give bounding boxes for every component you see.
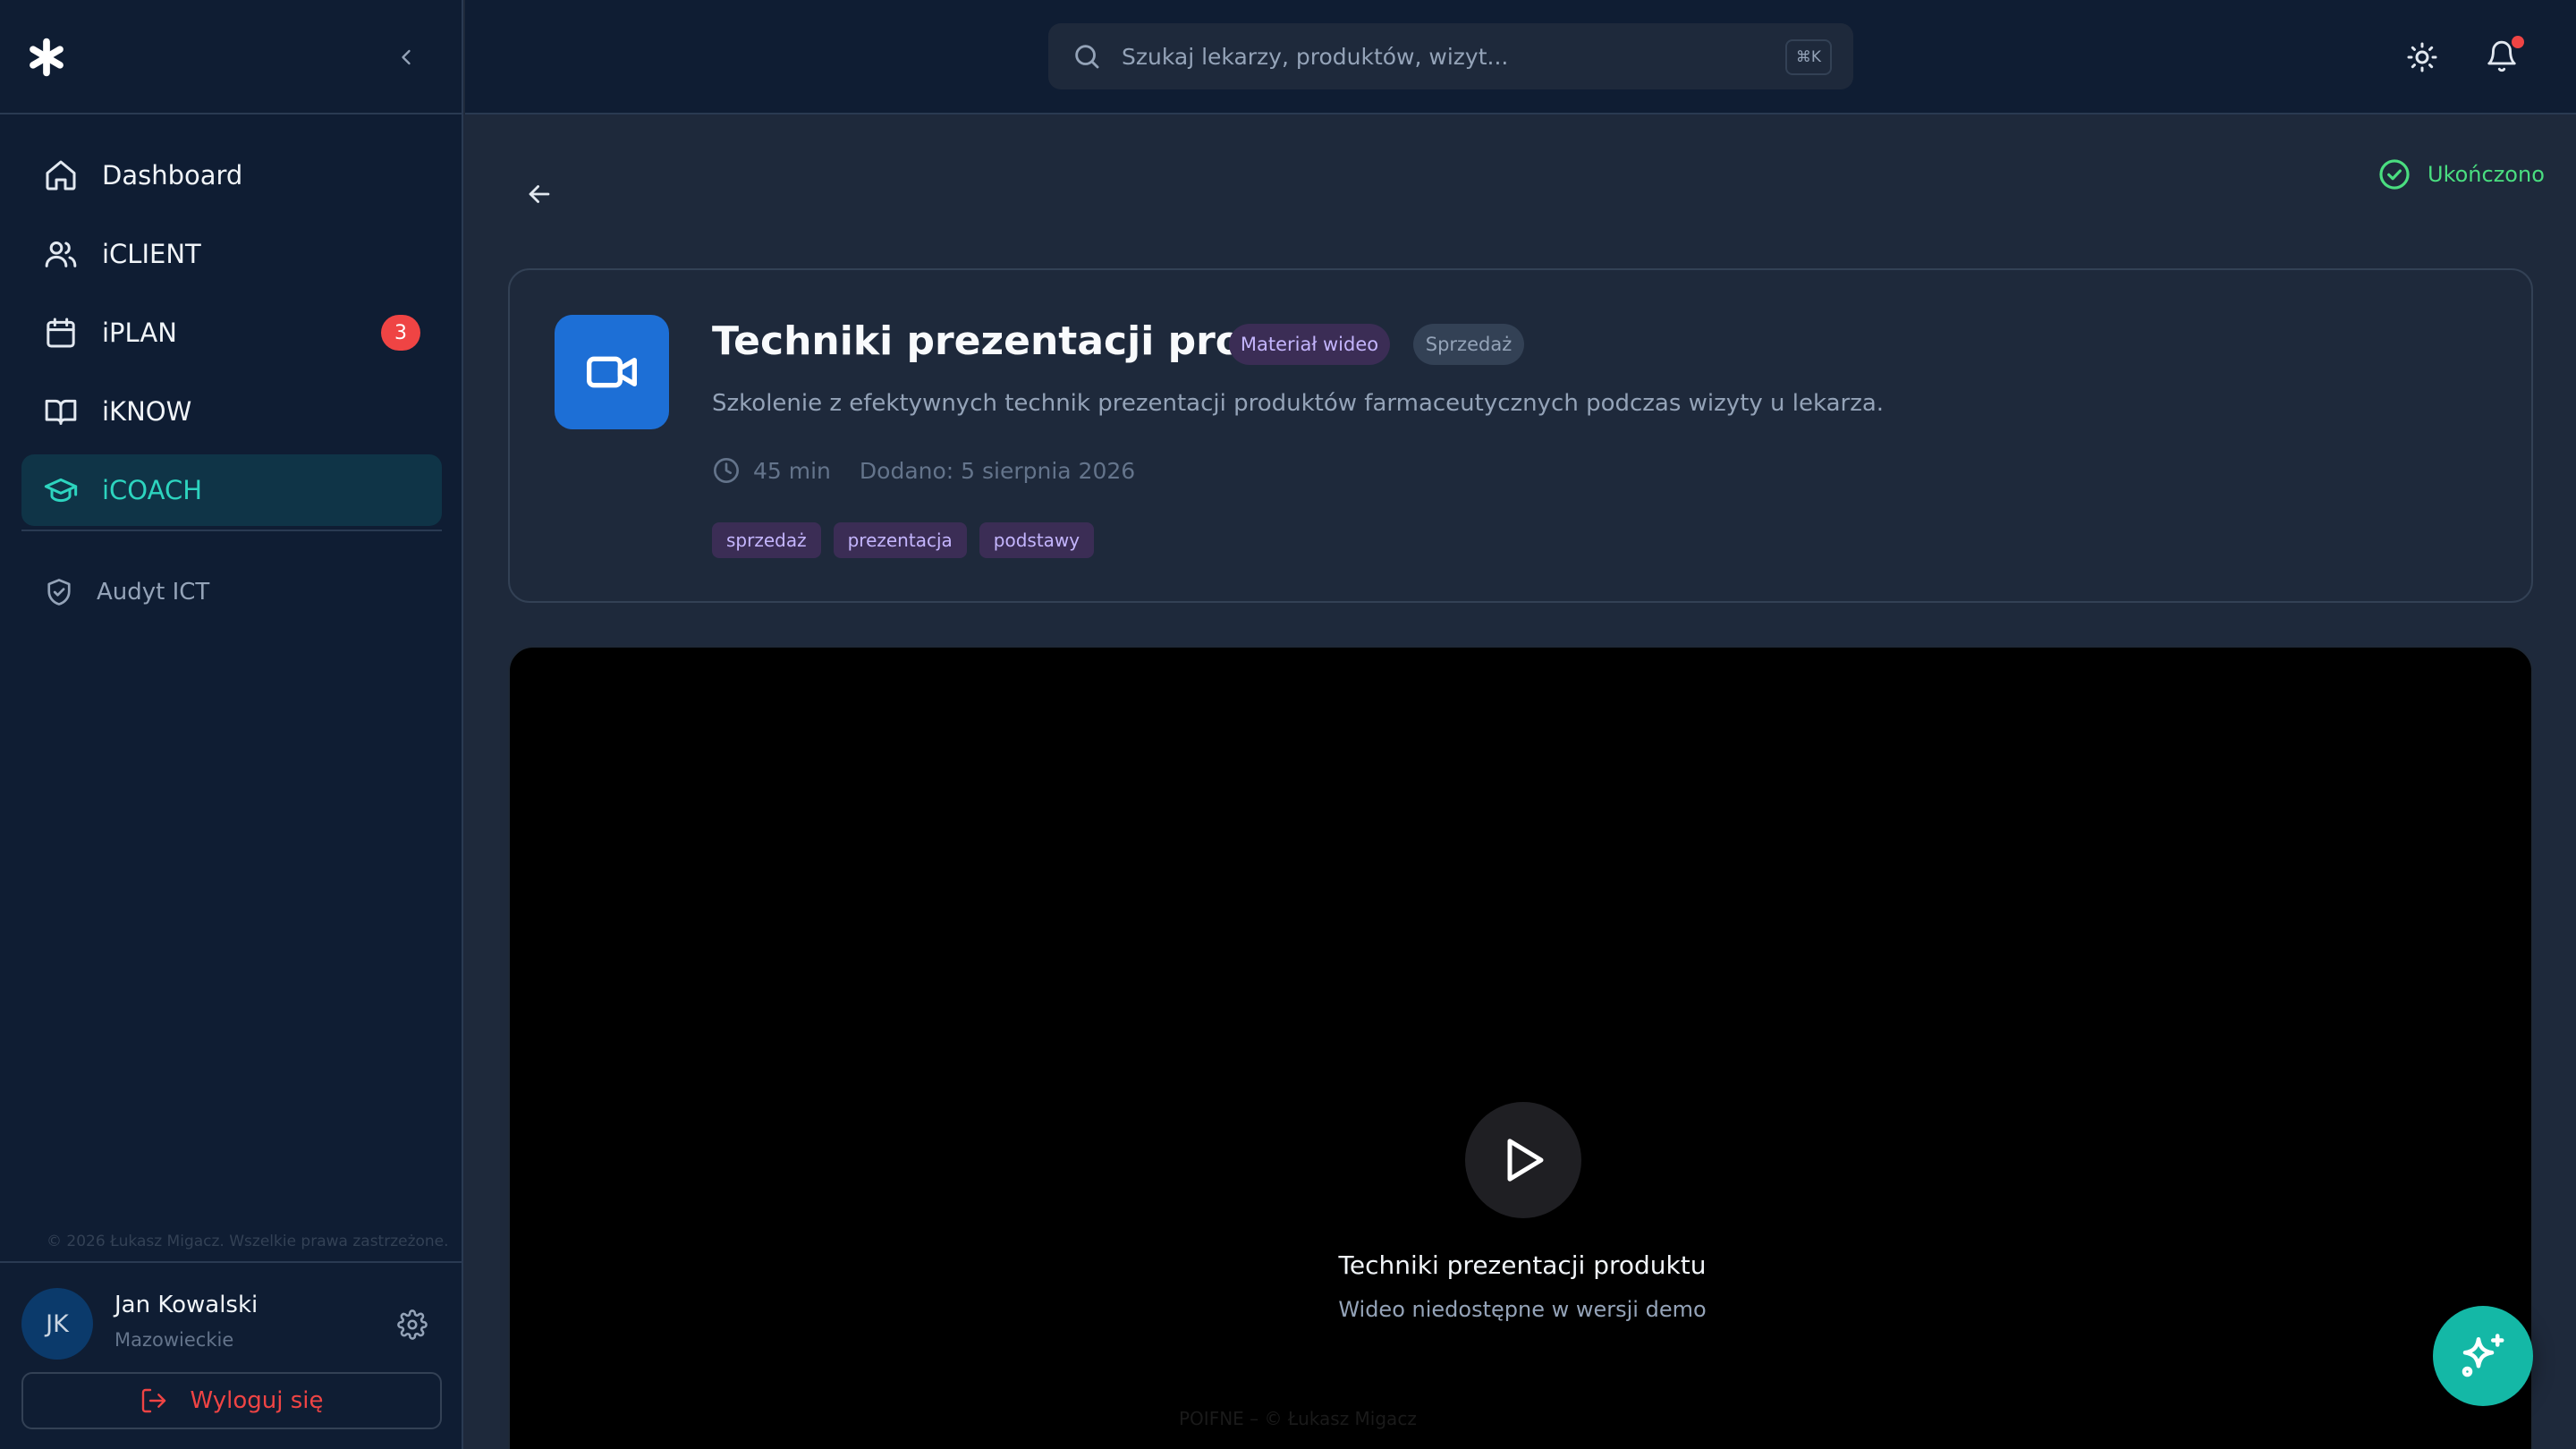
material-meta: 45 min Dodano: 5 sierpnia 2026 [712,456,1135,485]
notification-badge: 3 [381,315,420,351]
ai-assistant-button[interactable] [2433,1306,2533,1406]
sidebar: Dashboard iCLIENT iPLAN 3 iKNOW iCOACH A… [0,0,463,1449]
tag-list: sprzedaż prezentacja podstawy [712,522,1106,558]
sidebar-item-label: iPLAN [102,318,177,348]
tag[interactable]: prezentacja [833,522,967,558]
sidebar-header [0,0,462,114]
users-icon [45,242,77,267]
video-unavailable-note: Wideo niedostępne w wersji demo [1338,1297,1707,1322]
search-icon [1075,45,1099,69]
asterisk-logo-icon[interactable] [27,38,66,77]
sidebar-item-iclient[interactable]: iCLIENT [21,218,442,290]
sidebar-divider [21,530,442,531]
sidebar-item-audyt-ict[interactable]: Audyt ICT [43,576,209,608]
completion-status: Ukończono [2377,157,2545,191]
search-bar[interactable]: ⌘K [1048,23,1853,89]
sidebar-item-label: iCLIENT [102,239,201,269]
home-icon [46,160,76,191]
logout-icon [142,1388,166,1413]
video-player[interactable]: Techniki prezentacji produktu Wideo nied… [508,646,2533,1449]
duration: 45 min [753,457,831,484]
sparkles-icon [2462,1334,2504,1377]
logout-button[interactable]: Wyloguj się [21,1372,442,1429]
play-icon [1507,1139,1544,1182]
avatar[interactable]: JK [21,1288,93,1360]
material-description: Szkolenie z efektywnych technik prezenta… [712,390,1885,417]
sidebar-item-iplan[interactable]: iPLAN 3 [21,297,442,369]
clock-icon [714,458,739,483]
material-card: Techniki prezentacji produktu Materiał w… [508,268,2533,603]
category-badge: Sprzedaż [1413,324,1524,365]
material-type-badge: Materiał wideo [1229,324,1390,365]
top-header: ⌘K [465,0,2576,114]
sidebar-item-label: iKNOW [102,396,192,427]
calendar-icon [47,318,75,348]
added-date: Dodano: 5 sierpnia 2026 [859,457,1136,484]
play-button[interactable] [1465,1102,1581,1218]
sidebar-item-label: iCOACH [102,475,203,505]
arrow-left-icon[interactable] [524,179,555,209]
sidebar-item-iknow[interactable]: iKNOW [21,376,442,447]
search-shortcut-hint: ⌘K [1785,39,1832,75]
sidebar-item-label: Dashboard [102,160,243,191]
user-panel: JK Jan Kowalski Mazowieckie Wyloguj się [0,1261,463,1449]
sidebar-nav: Dashboard iCLIENT iPLAN 3 iKNOW iCOACH [21,140,442,533]
notification-dot [2512,36,2524,48]
user-name: Jan Kowalski [114,1292,258,1318]
status-label: Ukończono [2428,162,2545,187]
tag[interactable]: sprzedaż [712,522,821,558]
chevron-left-icon[interactable] [394,45,419,70]
check-circle-icon [2379,159,2410,190]
material-type-icon-tile [555,315,669,429]
copyright-text: © 2026 Łukasz Migacz. Wszelkie prawa zas… [47,1233,449,1250]
user-region: Mazowieckie [114,1329,234,1351]
tag[interactable]: podstawy [979,522,1095,558]
sun-icon[interactable] [2406,41,2438,73]
sidebar-item-dashboard[interactable]: Dashboard [21,140,442,211]
search-input[interactable] [1122,43,1784,70]
gear-icon[interactable] [397,1309,428,1340]
sidebar-item-label: Audyt ICT [97,579,210,606]
graduation-cap-icon [44,478,78,503]
logout-label: Wyloguj się [190,1387,324,1414]
sidebar-item-icoach[interactable]: iCOACH [21,454,442,526]
video-footer-watermark: POIFNE – © Łukasz Migacz [1179,1408,1417,1429]
book-open-icon [45,399,77,425]
video-title: Techniki prezentacji produktu [1338,1250,1707,1280]
video-camera-icon [587,356,637,388]
shield-check-icon [47,579,71,606]
